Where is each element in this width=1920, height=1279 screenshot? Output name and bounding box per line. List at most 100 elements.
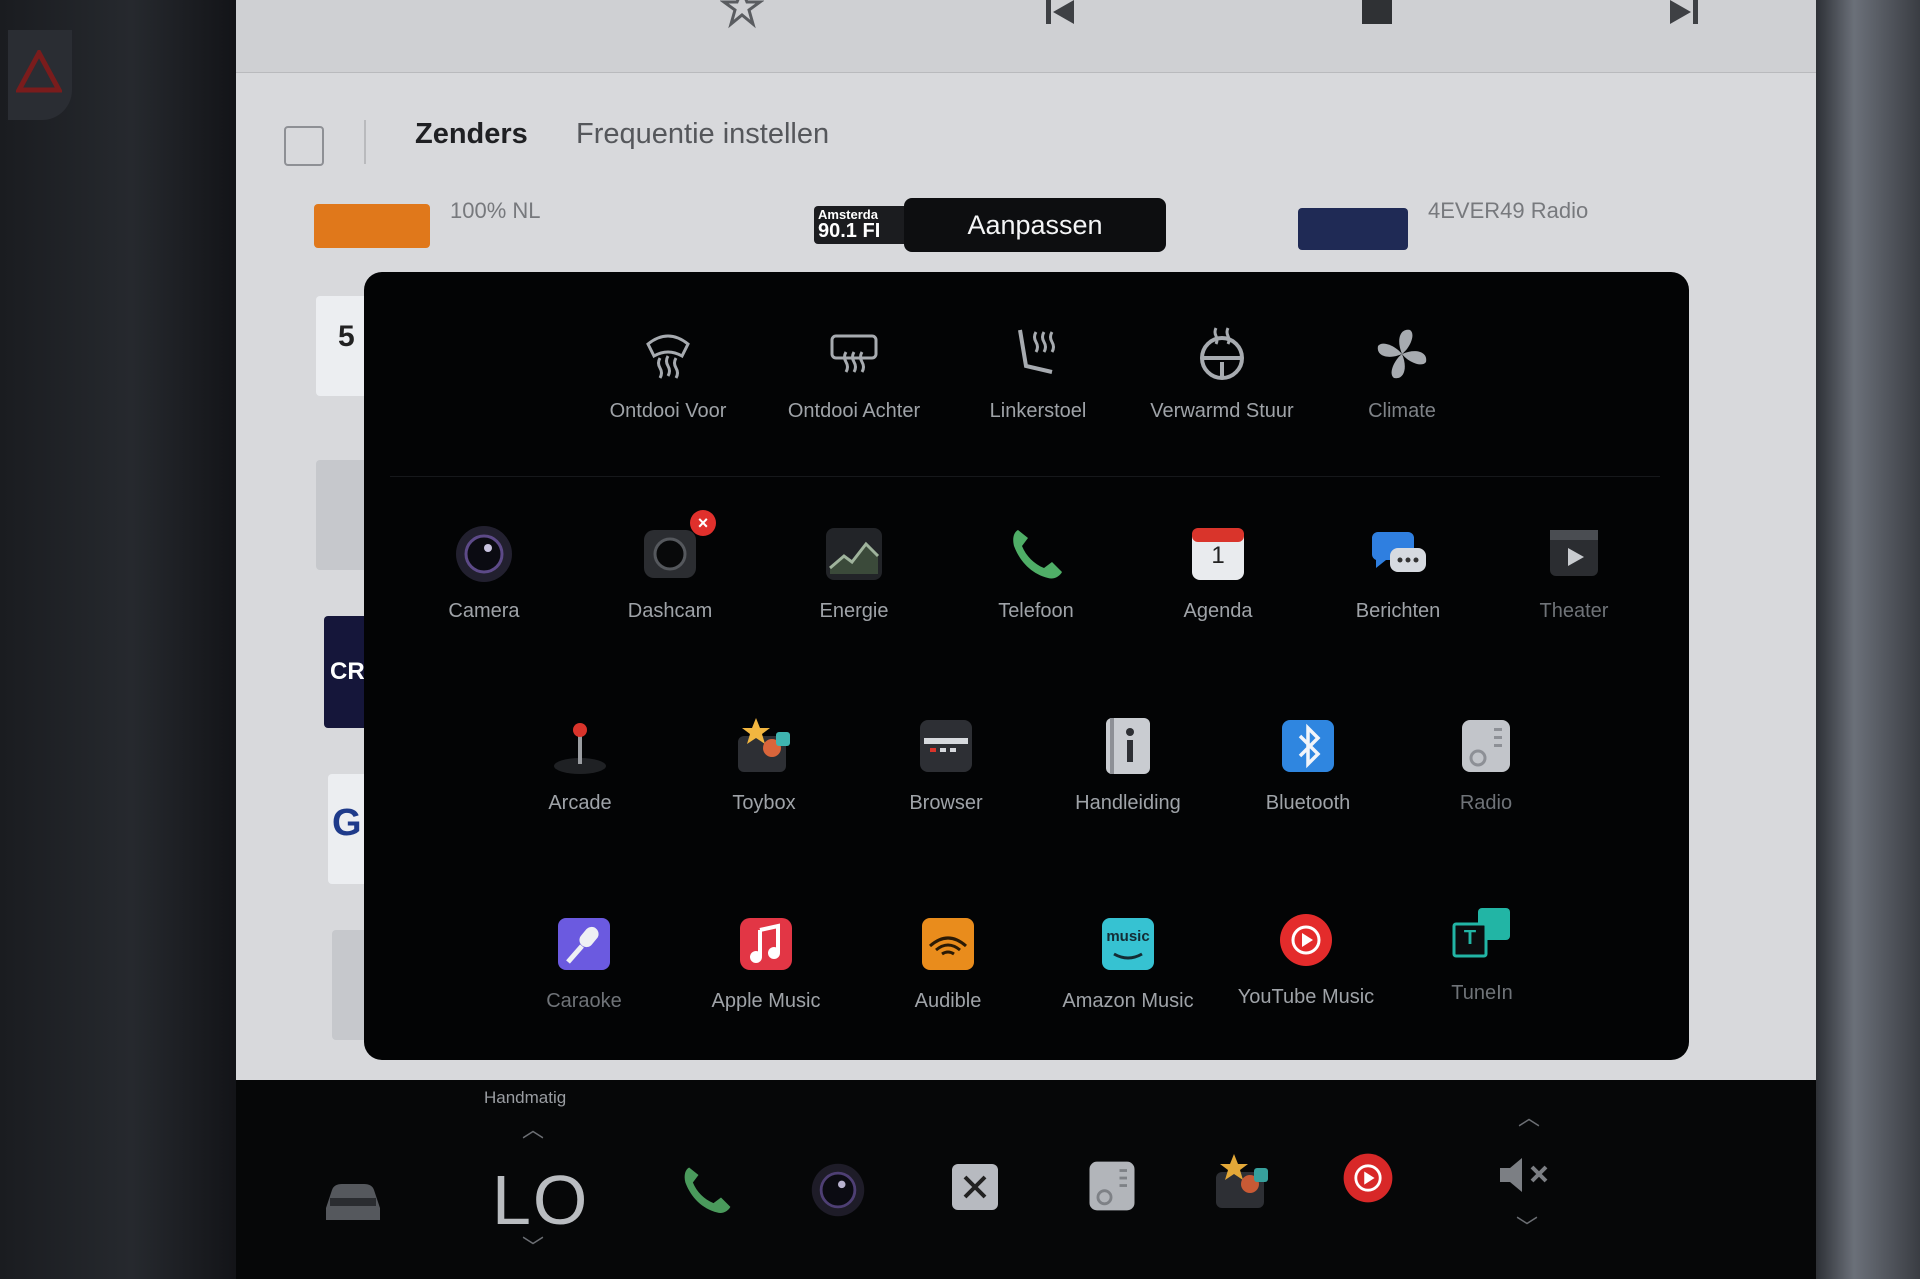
- app-dashcam[interactable]: × Dashcam: [590, 510, 750, 623]
- next-track-icon[interactable]: [1666, 0, 1702, 28]
- camera-icon: [452, 522, 516, 586]
- station-logo-freq: 90.1 FI: [818, 220, 881, 242]
- energy-graph-icon: [822, 522, 886, 586]
- youtube-music-icon: [1274, 908, 1338, 972]
- app-label: Camera: [448, 600, 520, 622]
- manual-icon: [1096, 714, 1160, 778]
- station-logo-4ever49[interactable]: [1298, 208, 1408, 250]
- app-audible[interactable]: Audible: [868, 912, 1028, 1013]
- stop-icon[interactable]: [1360, 0, 1394, 28]
- app-label: Dashcam: [627, 600, 713, 622]
- app-left-seat-heater[interactable]: Linkerstoel: [958, 322, 1118, 423]
- station-logo-text: CR: [330, 658, 365, 685]
- radio-icon[interactable]: [1082, 1156, 1142, 1216]
- browser-icon: [914, 714, 978, 778]
- app-label: Verwarmd Stuur: [1150, 400, 1294, 422]
- app-label: Arcade: [548, 792, 612, 814]
- app-label: Ontdooi Voor: [609, 400, 727, 422]
- app-label: Audible: [914, 990, 982, 1012]
- mute-icon[interactable]: [1494, 1150, 1554, 1200]
- app-camera[interactable]: Camera: [404, 522, 564, 623]
- front-defrost-icon: [636, 322, 700, 386]
- radio-tabs: Zenders Frequentie instellen: [236, 96, 1816, 186]
- rear-defrost-icon: [822, 322, 886, 386]
- station-name[interactable]: 4EVER49 Radio: [1428, 198, 1588, 224]
- app-phone[interactable]: Telefoon: [956, 522, 1116, 623]
- station-name[interactable]: 100% NL: [450, 198, 541, 224]
- tab-frequentie-instellen[interactable]: Frequentie instellen: [576, 118, 829, 151]
- app-label: YouTube Music: [1237, 986, 1375, 1008]
- app-label: Radio: [1459, 792, 1513, 814]
- app-label: Berichten: [1355, 600, 1441, 622]
- volume-down-chevron-icon[interactable]: ﹀: [1516, 1210, 1538, 1242]
- driver-temperature[interactable]: LO: [492, 1160, 589, 1240]
- calendar-day: 1: [1211, 542, 1225, 569]
- audible-icon: [916, 912, 980, 976]
- tab-zenders[interactable]: Zenders: [415, 118, 528, 151]
- media-top-bar: [236, 0, 1816, 73]
- app-browser[interactable]: Browser: [866, 714, 1026, 815]
- youtube-music-icon[interactable]: [1338, 1148, 1398, 1208]
- previous-track-icon[interactable]: [1042, 0, 1078, 28]
- station-logo-100nl[interactable]: [314, 204, 430, 248]
- toybox-icon[interactable]: [1210, 1150, 1274, 1214]
- app-messages[interactable]: Berichten: [1318, 522, 1478, 623]
- radio-source-icon[interactable]: [284, 126, 324, 166]
- favorite-star-icon[interactable]: [720, 0, 764, 30]
- app-label: Caraoke: [546, 990, 622, 1012]
- app-calendar[interactable]: 1 Agenda: [1138, 522, 1298, 623]
- app-label: Apple Music: [711, 990, 821, 1012]
- phone-icon[interactable]: [676, 1160, 736, 1220]
- hazard-icon: [16, 50, 62, 93]
- toybox-icon: [732, 714, 796, 778]
- camera-icon[interactable]: [808, 1160, 868, 1220]
- dashboard-right-trim: [1810, 0, 1920, 1279]
- app-label: Climate: [1368, 400, 1436, 422]
- heated-steering-wheel-icon: [1190, 322, 1254, 386]
- joystick-icon: [548, 714, 612, 778]
- dashcam-icon: ×: [638, 510, 716, 586]
- app-label: Theater: [1539, 600, 1609, 622]
- app-label: Amazon Music: [1062, 990, 1194, 1012]
- volume-up-chevron-icon[interactable]: ︿: [1518, 1100, 1540, 1132]
- station-logo-amsterdam[interactable]: Amsterda 90.1 FI: [814, 206, 908, 244]
- app-amazon-music[interactable]: music Amazon Music: [1048, 912, 1208, 1013]
- hazard-button[interactable]: [8, 30, 72, 120]
- microphone-icon: [552, 912, 616, 976]
- app-drawer: Ontdooi Voor Ontdooi Achter Linkerstoel …: [364, 272, 1689, 1060]
- apple-music-icon: [734, 912, 798, 976]
- app-climate[interactable]: Climate: [1322, 322, 1482, 423]
- app-toybox[interactable]: Toybox: [684, 714, 844, 815]
- app-caraoke[interactable]: Caraoke: [504, 912, 664, 1013]
- app-front-defrost[interactable]: Ontdooi Voor: [588, 322, 748, 423]
- app-manual[interactable]: Handleiding: [1048, 714, 1208, 815]
- app-heated-steering-wheel[interactable]: Verwarmd Stuur: [1142, 322, 1302, 423]
- bottom-dock: Handmatig ︿ LO ﹀ ︿ ﹀: [236, 1080, 1816, 1279]
- remove-badge-icon[interactable]: ×: [690, 510, 716, 536]
- customize-button[interactable]: Aanpassen: [904, 198, 1166, 252]
- radio-icon: [1454, 714, 1518, 778]
- dashcam-close-icon[interactable]: [948, 1160, 1002, 1214]
- calendar-icon: 1: [1186, 522, 1250, 586]
- car-icon[interactable]: [320, 1174, 386, 1226]
- station-logo-text: G: [332, 802, 362, 844]
- seat-heater-icon: [1006, 322, 1070, 386]
- app-arcade[interactable]: Arcade: [500, 714, 660, 815]
- amazon-music-icon: music: [1096, 912, 1160, 976]
- messages-icon: [1366, 522, 1430, 586]
- app-theater[interactable]: Theater: [1494, 522, 1654, 623]
- app-youtube-music[interactable]: YouTube Music: [1226, 908, 1386, 1009]
- app-apple-music[interactable]: Apple Music: [686, 912, 846, 1013]
- app-energy[interactable]: Energie: [774, 522, 934, 623]
- app-bluetooth[interactable]: Bluetooth: [1228, 714, 1388, 815]
- app-tunein[interactable]: T TuneIn: [1402, 904, 1562, 1005]
- temp-up-chevron-icon[interactable]: ︿: [522, 1112, 544, 1144]
- app-label: Energie: [819, 600, 889, 622]
- app-rear-defrost[interactable]: Ontdooi Achter: [774, 322, 934, 423]
- app-label: Ontdooi Achter: [787, 400, 921, 422]
- theater-icon: [1542, 522, 1606, 586]
- app-radio[interactable]: Radio: [1406, 714, 1566, 815]
- fan-icon: [1370, 322, 1434, 386]
- temp-down-chevron-icon[interactable]: ﹀: [522, 1230, 544, 1262]
- row-divider: [390, 476, 1660, 477]
